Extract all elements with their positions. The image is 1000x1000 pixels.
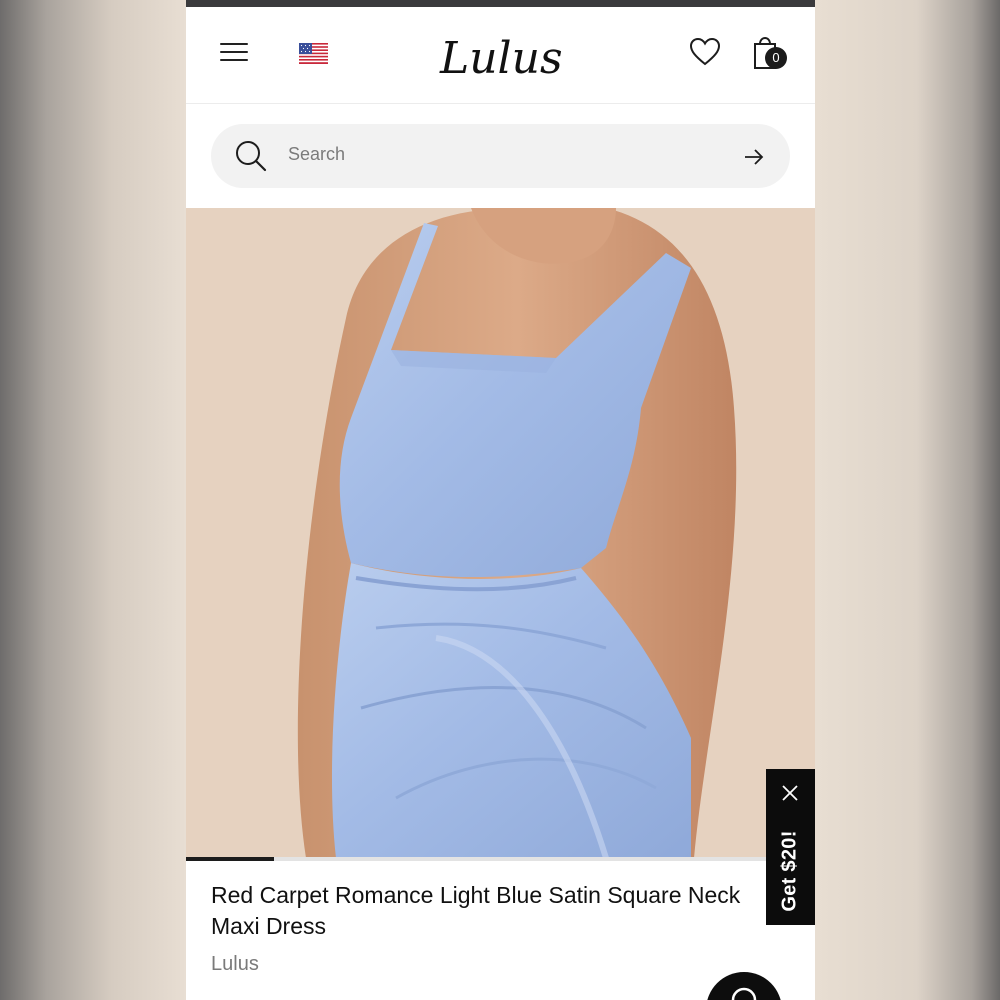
carousel-progress-fill <box>186 857 275 861</box>
search-input[interactable]: Search <box>288 144 345 165</box>
arrow-right-icon[interactable] <box>742 145 766 169</box>
image-carousel-progress <box>186 857 815 861</box>
chat-button[interactable] <box>706 972 782 1000</box>
lulus-logo[interactable]: Lulus <box>436 29 566 85</box>
dress-photo <box>186 208 815 858</box>
get-20-promo-tab[interactable]: Get $20! <box>766 769 815 925</box>
close-icon[interactable] <box>780 783 800 803</box>
cart-count-badge[interactable]: 0 <box>765 47 787 69</box>
hamburger-icon[interactable] <box>220 40 250 64</box>
chat-icon <box>731 987 757 1000</box>
blurred-background-left <box>0 0 186 1000</box>
status-bar <box>186 0 815 7</box>
site-header: Lulus 0 <box>186 7 815 104</box>
logo-text: Lulus <box>439 33 563 84</box>
search-bar[interactable]: Search <box>211 124 790 188</box>
product-image[interactable] <box>186 208 815 858</box>
promo-label: Get $20! <box>778 830 801 912</box>
us-flag-icon[interactable] <box>299 43 328 64</box>
mobile-page: Lulus 0 Search Red Carpet Romance Light … <box>186 0 815 1000</box>
blurred-background-right <box>815 0 1000 1000</box>
product-title: Red Carpet Romance Light Blue Satin Squa… <box>211 882 741 939</box>
heart-icon[interactable] <box>689 37 721 67</box>
brand-link[interactable]: Lulus <box>211 953 259 976</box>
search-icon <box>236 141 267 172</box>
